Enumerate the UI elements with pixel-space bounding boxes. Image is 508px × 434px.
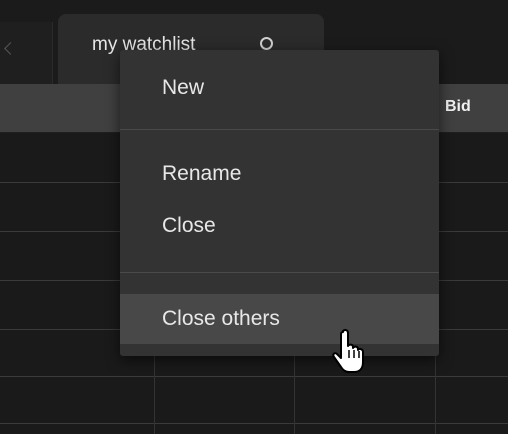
menu-item-label: Close <box>162 214 216 237</box>
tab-context-menu: New Rename Close Close others <box>120 50 439 356</box>
menu-item-label: New <box>162 76 205 99</box>
menu-separator <box>120 129 439 130</box>
hand-pointer-icon <box>332 328 364 373</box>
app-window: my watchlist Bid New Rename Close Close … <box>0 0 508 434</box>
grid-row-divider <box>0 376 508 377</box>
tab-previous[interactable] <box>0 22 53 84</box>
column-header-bid[interactable]: Bid <box>445 98 471 116</box>
grid-row-divider <box>0 423 508 424</box>
menu-item-new[interactable]: New <box>120 64 439 114</box>
menu-item-rename[interactable]: Rename <box>120 150 439 198</box>
scroll-left-icon[interactable] <box>4 42 17 55</box>
menu-item-close-others[interactable]: Close others <box>120 294 439 344</box>
menu-item-close[interactable]: Close <box>120 200 439 248</box>
menu-item-label: Close others <box>162 307 280 330</box>
search-icon[interactable] <box>260 37 273 50</box>
menu-separator <box>120 272 439 273</box>
menu-item-label: Rename <box>162 162 242 185</box>
